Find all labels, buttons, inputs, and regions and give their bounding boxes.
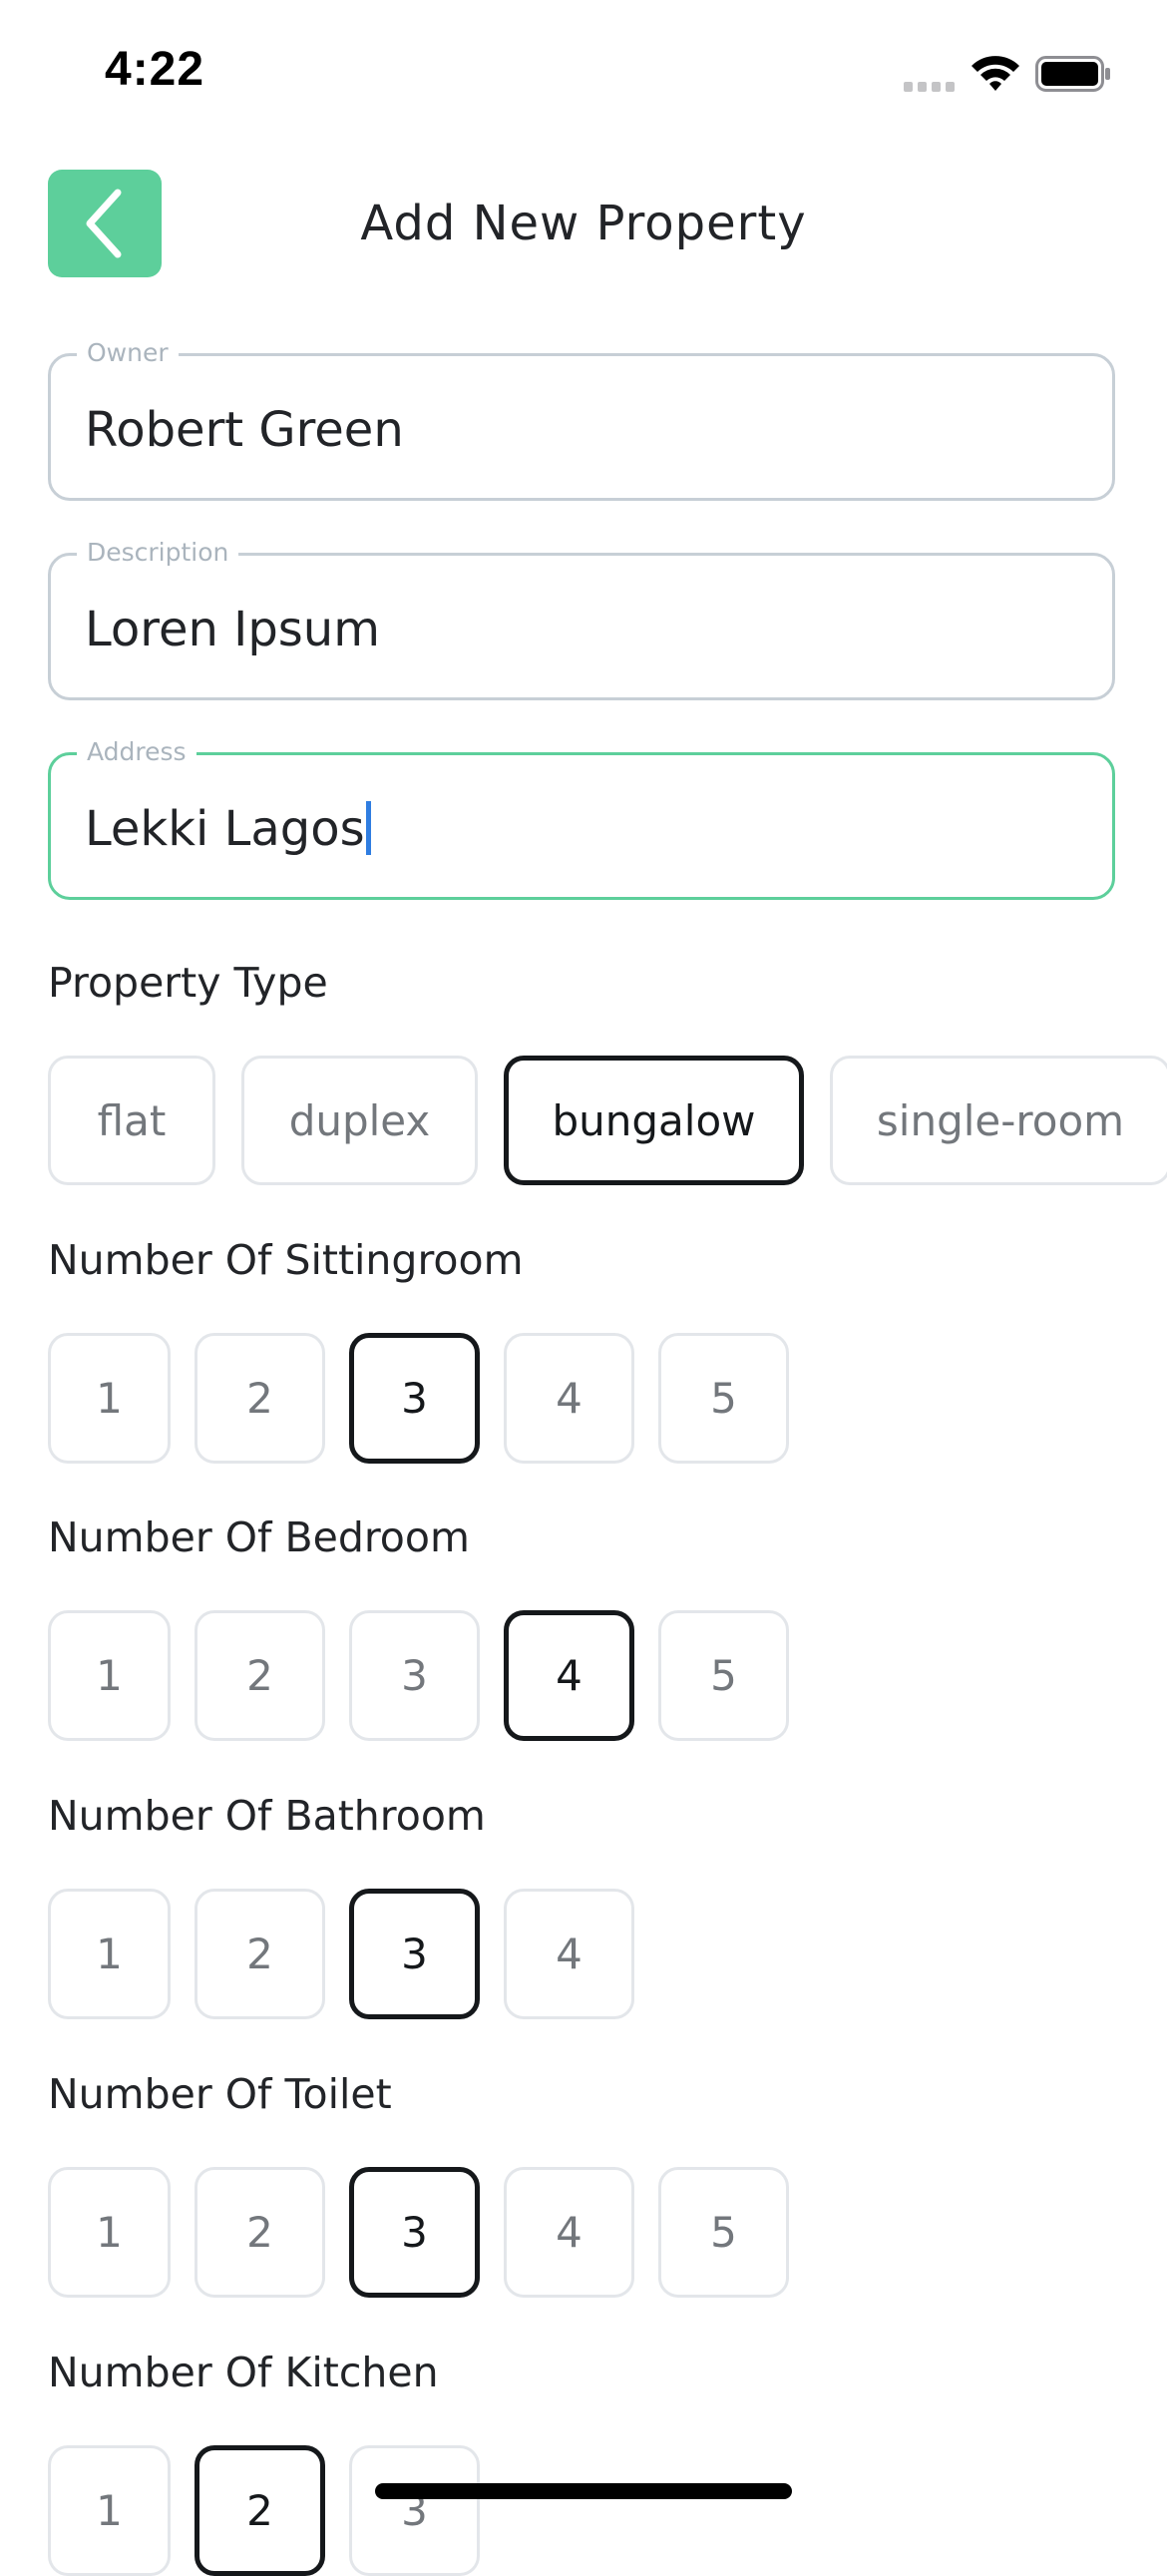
bathroom-option-2[interactable]: 2: [194, 1889, 325, 2019]
status-time: 4:22: [105, 43, 205, 96]
battery-icon: [1035, 56, 1110, 92]
bedroom-options: 1 2 3 4 5: [48, 1610, 789, 1741]
toilet-label: Number Of Toilet: [48, 2070, 392, 2118]
toilet-option-4[interactable]: 4: [504, 2167, 634, 2298]
property-type-option-flat[interactable]: flat: [48, 1056, 215, 1185]
cellular-signal-icon: [904, 82, 955, 92]
bedroom-option-3[interactable]: 3: [349, 1610, 480, 1741]
description-field-value[interactable]: Loren Ipsum: [85, 600, 380, 659]
address-field-value[interactable]: Lekki Lagos: [85, 799, 371, 859]
owner-field[interactable]: Owner Robert Green: [48, 338, 1115, 501]
toilet-option-5[interactable]: 5: [658, 2167, 789, 2298]
toilet-option-3[interactable]: 3: [349, 2167, 480, 2298]
kitchen-option-2[interactable]: 2: [194, 2445, 325, 2576]
sittingroom-option-4[interactable]: 4: [504, 1333, 634, 1464]
kitchen-option-3[interactable]: 3: [349, 2445, 480, 2576]
bedroom-label: Number Of Bedroom: [48, 1513, 470, 1561]
bedroom-option-4[interactable]: 4: [504, 1610, 634, 1741]
property-type-label: Property Type: [48, 959, 328, 1007]
address-field-label: Address: [77, 737, 196, 767]
sittingroom-option-1[interactable]: 1: [48, 1333, 171, 1464]
kitchen-label: Number Of Kitchen: [48, 2349, 439, 2396]
property-type-option-duplex[interactable]: duplex: [241, 1056, 478, 1185]
bedroom-option-1[interactable]: 1: [48, 1610, 171, 1741]
toilet-option-2[interactable]: 2: [194, 2167, 325, 2298]
wifi-icon: [972, 56, 1019, 91]
description-field[interactable]: Description Loren Ipsum: [48, 538, 1115, 700]
bedroom-option-2[interactable]: 2: [194, 1610, 325, 1741]
owner-field-label: Owner: [77, 338, 179, 368]
home-indicator: [375, 2483, 792, 2499]
address-field[interactable]: Address Lekki Lagos: [48, 737, 1115, 900]
status-bar: 4:22: [0, 0, 1167, 150]
sittingroom-option-2[interactable]: 2: [194, 1333, 325, 1464]
sittingroom-option-3[interactable]: 3: [349, 1333, 480, 1464]
toilet-options: 1 2 3 4 5: [48, 2167, 789, 2298]
property-type-option-single-room[interactable]: single-room: [830, 1056, 1167, 1185]
sittingroom-options: 1 2 3 4 5: [48, 1333, 789, 1464]
bathroom-option-1[interactable]: 1: [48, 1889, 171, 2019]
toilet-option-1[interactable]: 1: [48, 2167, 171, 2298]
property-type-options: flat duplex bungalow single-room: [48, 1056, 1167, 1185]
description-field-label: Description: [77, 538, 239, 568]
kitchen-option-1[interactable]: 1: [48, 2445, 171, 2576]
bathroom-label: Number Of Bathroom: [48, 1792, 486, 1840]
bathroom-options: 1 2 3 4: [48, 1889, 634, 2019]
sittingroom-option-5[interactable]: 5: [658, 1333, 789, 1464]
property-type-option-bungalow[interactable]: bungalow: [504, 1056, 804, 1185]
kitchen-options: 1 2 3: [48, 2445, 480, 2576]
sittingroom-label: Number Of Sittingroom: [48, 1236, 524, 1284]
text-caret: [365, 801, 371, 855]
owner-field-value[interactable]: Robert Green: [85, 400, 404, 460]
bathroom-option-3[interactable]: 3: [349, 1889, 480, 2019]
page-title: Add New Property: [360, 196, 807, 251]
address-field-text: Lekki Lagos: [85, 801, 365, 857]
bedroom-option-5[interactable]: 5: [658, 1610, 789, 1741]
bathroom-option-4[interactable]: 4: [504, 1889, 634, 2019]
